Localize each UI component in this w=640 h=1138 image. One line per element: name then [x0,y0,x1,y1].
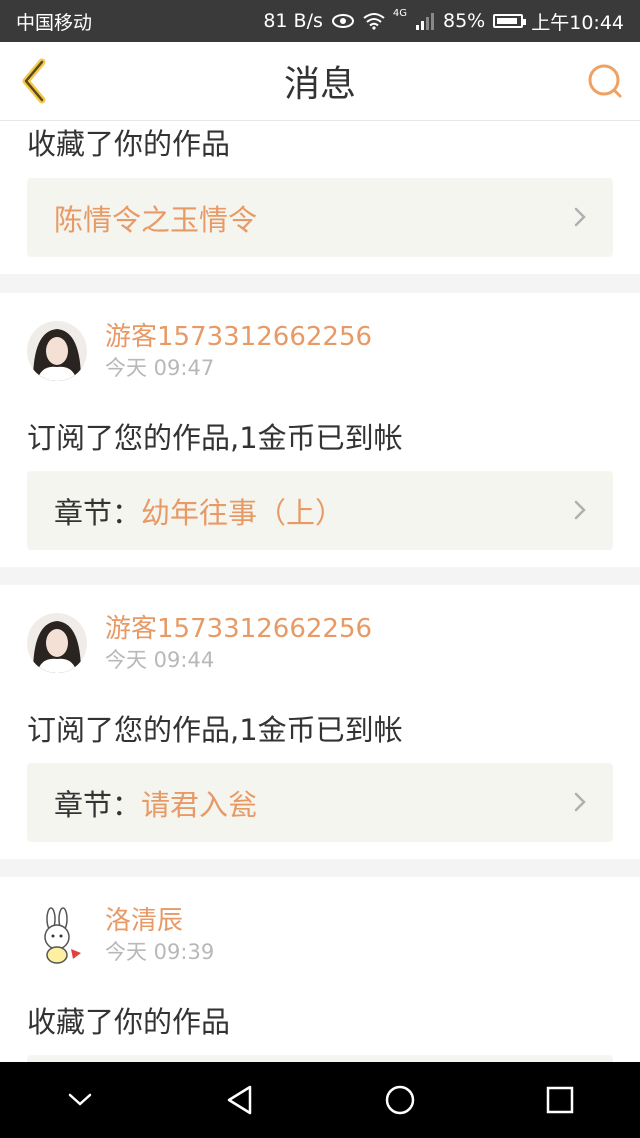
clock: 上午10:44 [531,11,624,34]
system-back-button[interactable] [218,1078,262,1122]
chapter-title: 幼年往事（上） [141,495,345,530]
username[interactable]: 洛清辰 [105,904,214,938]
system-navigation-bar [0,1062,640,1138]
message-action: 收藏了你的作品 [27,1005,231,1039]
avatar[interactable] [27,321,87,381]
message-action: 订阅了您的作品,1金币已到帐 [27,713,403,747]
avatar[interactable] [27,905,87,965]
user-row[interactable]: 游客1573312662256 今天 09:44 [27,612,372,674]
back-icon[interactable] [18,58,52,104]
message-list[interactable]: 收藏了你的作品 陈情令之玉情令 游客1573312662256 今天 09:47 [0,121,640,1062]
battery-icon [493,14,527,28]
timestamp: 今天 09:39 [105,940,215,964]
chevron-right-icon [574,207,586,227]
search-icon[interactable] [586,62,626,102]
timestamp: 今天 09:47 [105,356,215,380]
square-recents-icon [546,1086,574,1114]
work-link[interactable] [27,1055,613,1062]
status-indicators: 81 B/s 4G 85% 上午10:44 [263,8,624,35]
recents-button[interactable] [538,1078,582,1122]
wifi-icon [363,13,385,30]
eye-icon [331,14,354,28]
avatar[interactable] [27,613,87,673]
carrier-label: 中国移动 [16,11,93,34]
message-card: 洛清辰 今天 09:39 收藏了你的作品 [0,877,640,1062]
chapter-prefix: 章节： [54,495,142,530]
circle-home-icon [385,1085,415,1115]
collapse-button[interactable] [58,1078,102,1122]
signal-icon [416,13,434,30]
username[interactable]: 游客1573312662256 [105,320,372,354]
header: 消息 [0,42,640,121]
network-speed: 81 B/s [263,10,323,32]
message-card: 收藏了你的作品 陈情令之玉情令 [0,121,640,274]
chevron-right-icon [574,500,586,520]
username[interactable]: 游客1573312662256 [105,612,372,646]
user-row[interactable]: 游客1573312662256 今天 09:47 [27,320,372,382]
chapter-link[interactable]: 章节： 请君入瓮 [27,763,613,842]
chapter-title: 请君入瓮 [141,787,258,822]
work-title: 陈情令之玉情令 [54,202,258,237]
triangle-back-icon [227,1085,252,1115]
chapter-link[interactable]: 章节： 幼年往事（上） [27,471,613,550]
chapter-prefix: 章节： [54,787,142,822]
user-row[interactable]: 洛清辰 今天 09:39 [27,904,214,966]
message-card: 游客1573312662256 今天 09:47 订阅了您的作品,1金币已到帐 … [0,293,640,567]
message-card: 游客1573312662256 今天 09:44 订阅了您的作品,1金币已到帐 … [0,585,640,859]
status-bar: 中国移动 81 B/s 4G 85% 上午10:44 [0,0,640,42]
timestamp: 今天 09:44 [105,648,215,672]
battery-percent: 85% [443,10,486,32]
chevron-down-icon [68,1093,92,1106]
home-button[interactable] [378,1078,422,1122]
message-action: 收藏了你的作品 [27,127,231,161]
chevron-right-icon [574,792,586,812]
message-action: 订阅了您的作品,1金币已到帐 [27,421,403,455]
page-title: 消息 [283,64,356,105]
network-type: 4G [392,7,407,19]
work-link[interactable]: 陈情令之玉情令 [27,178,613,257]
